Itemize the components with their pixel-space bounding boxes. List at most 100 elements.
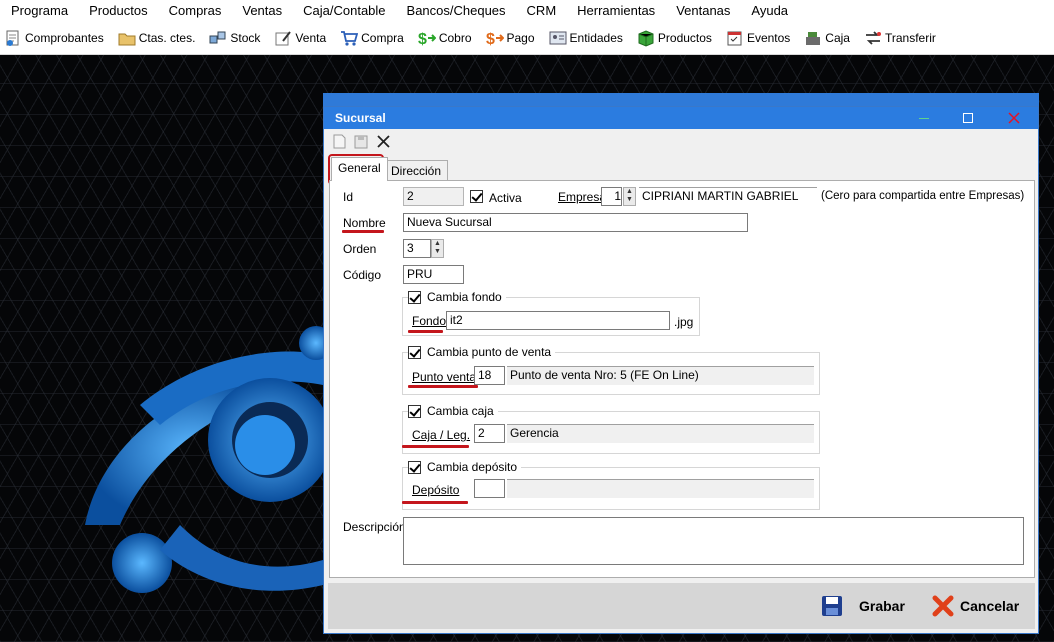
toolbar-entidades-button[interactable]: Entidades [549,26,623,50]
transfer-icon [864,29,882,47]
annotation-underline-caja [402,445,469,448]
menu-ventanas[interactable]: Ventanas [665,0,740,22]
toolbar-label: Transferir [884,31,936,45]
annotation-underline-fondo [408,330,443,333]
cancelar-label: Cancelar [960,598,1020,614]
close-button[interactable] [994,107,1034,129]
punto-venta-field[interactable]: 18 [474,366,505,385]
toolbar-comprobantes-button[interactable]: Comprobantes [4,26,104,50]
grabar-label: Grabar [859,598,905,614]
fondo-group-header: Cambia fondo [408,290,506,304]
cash-register-icon [804,29,822,47]
menu-crm[interactable]: CRM [516,0,567,22]
save-document-icon[interactable] [354,134,369,149]
nombre-field[interactable]: Nueva Sucursal [403,213,748,232]
delete-icon[interactable] [376,134,391,149]
menu-ayuda[interactable]: Ayuda [740,0,798,22]
cambia-fondo-checkbox[interactable] [408,290,421,304]
toolbar-label: Productos [657,31,712,45]
toolbar-venta-button[interactable]: Venta [274,26,326,50]
grabar-button[interactable]: Grabar [821,591,905,621]
button-bar: Grabar Cancelar [328,583,1035,629]
toolbar-eventos-button[interactable]: Eventos [726,26,790,50]
cambia-deposito-checkbox[interactable] [408,460,421,474]
address-card-icon [549,29,567,47]
orden-label: Orden [343,242,377,256]
menu-herramientas[interactable]: Herramientas [566,0,665,22]
toolbar-pago-button[interactable]: $ Pago [486,26,535,50]
cancelar-button[interactable]: Cancelar [932,591,1019,621]
caja-label[interactable]: Caja / Leg. [412,428,470,442]
menu-caja-contable[interactable]: Caja/Contable [292,0,395,22]
cambia-caja-label: Cambia caja [427,404,494,418]
empresa-label[interactable]: Empresa [558,190,606,204]
folder-icon [118,29,136,47]
nombre-label: Nombre [343,216,386,230]
minimize-button[interactable] [904,107,944,129]
toolbar-cobro-button[interactable]: $ Cobro [418,26,472,50]
empresa-id-field[interactable]: 1 [601,187,622,206]
cart-icon [340,29,359,47]
toolbar-label: Venta [295,31,327,45]
annotation-underline-deposito [402,501,468,504]
new-document-icon[interactable] [332,134,347,149]
toolbar-label: Cobro [438,31,472,45]
fondo-label[interactable]: Fondo [412,314,446,328]
toolbar-label: Caja [825,31,850,45]
toolbar-label: Pago [506,31,535,45]
toolbar-productos-button[interactable]: Productos [637,26,712,50]
menu-compras[interactable]: Compras [158,0,232,22]
annotation-underline-punto-venta [408,385,478,388]
cambia-punto-venta-label: Cambia punto de venta [427,345,552,359]
menu-ventas[interactable]: Ventas [231,0,292,22]
menu-bancos-cheques[interactable]: Bancos/Cheques [396,0,516,22]
punto-venta-label[interactable]: Punto venta [412,370,476,384]
codigo-field[interactable]: PRU [403,265,464,284]
tab-direccion[interactable]: Dirección [384,160,449,180]
descripcion-label: Descripción [343,520,406,534]
empresa-spinner[interactable]: ▲ ▼ [623,187,636,206]
close-icon [1008,112,1020,124]
descripcion-field[interactable] [403,517,1024,565]
orden-field[interactable]: 3 [403,239,431,258]
calendar-icon [726,29,744,47]
id-label: Id [343,190,354,204]
svg-text:$: $ [418,31,427,47]
orden-spinner[interactable]: ▲ ▼ [431,239,444,258]
punto-venta-group-header: Cambia punto de venta [408,345,556,359]
caja-field[interactable]: 2 [474,424,505,443]
toolbar-stock-button[interactable]: Stock [209,26,260,50]
activa-checkbox[interactable] [470,190,483,203]
tab-general[interactable]: General [331,157,388,181]
maximize-button[interactable] [948,107,988,129]
toolbar-compra-button[interactable]: Compra [340,26,404,50]
menu-programa[interactable]: Programa [0,0,78,22]
caja-desc: Gerencia [507,424,814,443]
fondo-field[interactable]: it2 [446,311,670,330]
toolbar-label: Eventos [746,31,791,45]
product-box-icon [637,29,655,47]
general-tab-panel: Id 2 Activa Empresa 1 ▲ ▼ CIPRIANI MARTIN… [329,180,1035,578]
deposito-desc [507,479,814,498]
menu-productos[interactable]: Productos [78,0,158,22]
form-toolbar [324,129,1038,153]
documents-icon [4,29,22,47]
fondo-ext-label: .jpg [674,315,694,329]
punto-venta-desc: Punto de venta Nro: 5 (FE On Line) [507,366,814,385]
deposito-label[interactable]: Depósito [412,483,459,497]
toolbar-transferir-button[interactable]: Transferir [864,26,936,50]
money-out-icon: $ [486,29,504,48]
save-icon [822,596,842,616]
activa-label: Activa [489,191,522,205]
pen-paper-icon [274,29,292,47]
minimize-icon [919,117,929,119]
toolbar-caja-button[interactable]: Caja [804,26,850,50]
cambia-punto-venta-checkbox[interactable] [408,345,421,359]
boxes-icon [209,29,227,47]
toolbar-ctas-ctes-button[interactable]: Ctas. ctes. [118,26,195,50]
deposito-field[interactable] [474,479,505,498]
id-field: 2 [403,187,464,206]
maximize-icon [963,113,973,123]
cambia-caja-checkbox[interactable] [408,404,421,418]
svg-text:$: $ [486,31,495,47]
